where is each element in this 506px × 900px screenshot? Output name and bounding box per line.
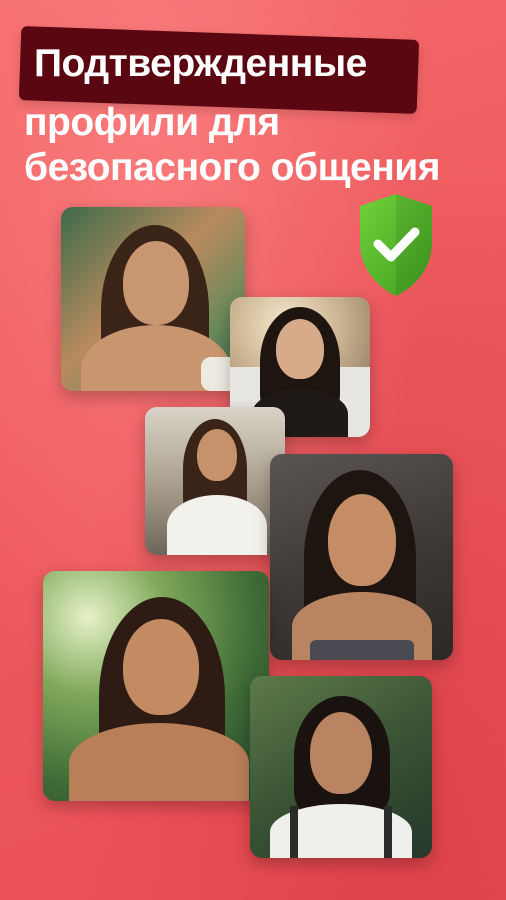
- profile-photo-5[interactable]: [43, 571, 269, 801]
- headline-subtitle: профили для безопасного общения: [24, 100, 441, 190]
- headline-line-2: профили для: [24, 101, 280, 144]
- profile-photo-1[interactable]: [61, 207, 245, 391]
- profile-photo-4[interactable]: [270, 454, 453, 660]
- profile-photo-3[interactable]: [145, 407, 285, 555]
- headline-line-3: безопасного общения: [24, 146, 441, 189]
- verified-shield-check-icon: [360, 194, 432, 296]
- profile-photo-6[interactable]: [250, 676, 432, 858]
- headline-line-1: Подтвержденные: [34, 42, 367, 85]
